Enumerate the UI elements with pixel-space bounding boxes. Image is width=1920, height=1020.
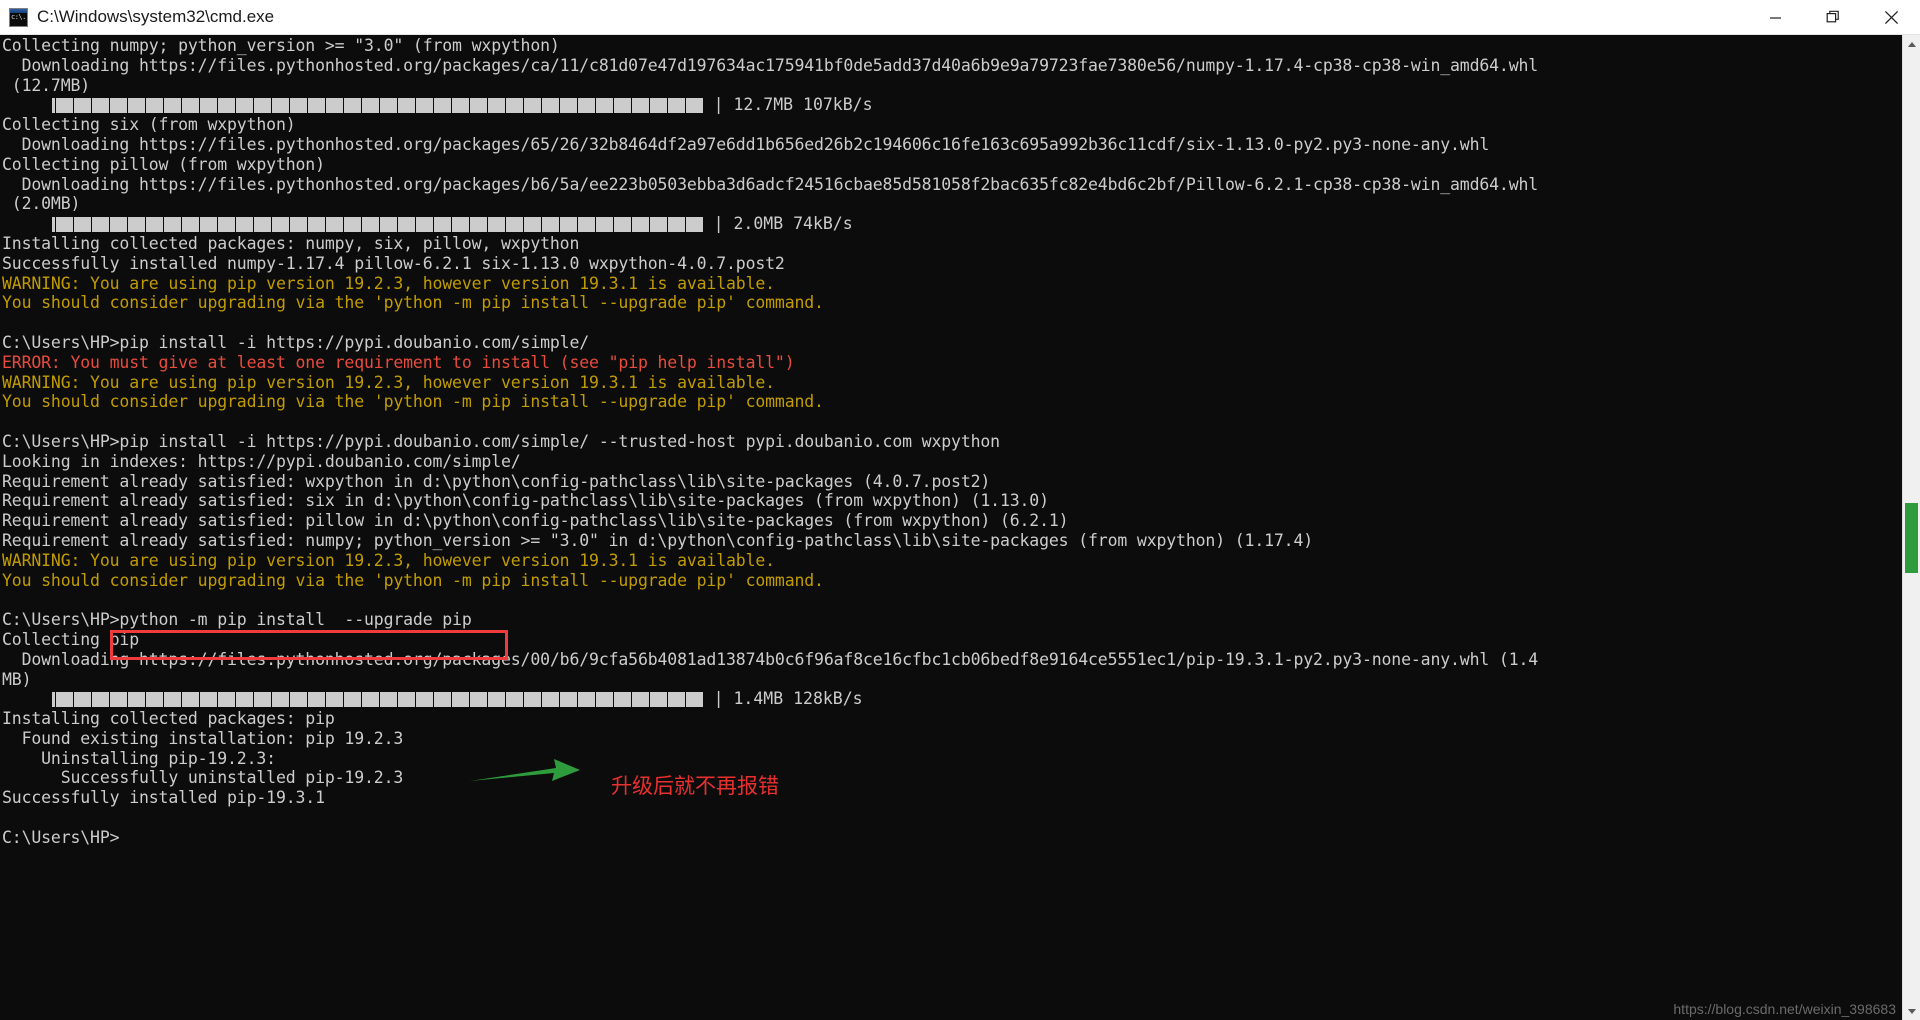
progress-track: [51, 691, 704, 707]
download-progress-bar: | 2.0MB 74kB/s: [2, 214, 1902, 234]
progress-track: [51, 97, 704, 113]
progress-blocks: [55, 216, 704, 232]
console-line: (12.7MB): [2, 75, 91, 95]
progress-cursor: [51, 97, 55, 113]
progress-blocks: [55, 97, 704, 113]
progress-cursor: [51, 691, 55, 707]
console-area: Collecting numpy; python_version >= "3.0…: [0, 35, 1920, 1020]
console-output[interactable]: Collecting numpy; python_version >= "3.0…: [0, 35, 1902, 1020]
console-line: Successfully installed pip-19.3.1: [2, 788, 325, 808]
console-line: Installing collected packages: pip: [2, 709, 335, 729]
console-warning-line: WARNING: You are using pip version 19.2.…: [2, 550, 775, 570]
console-error-line: ERROR: You must give at least one requir…: [2, 352, 795, 372]
console-warning-line: You should consider upgrading via the 'p…: [2, 293, 824, 313]
console-line: Requirement already satisfied: pillow in…: [2, 511, 1069, 531]
window-controls: [1746, 0, 1920, 34]
console-line: Collecting numpy; python_version >= "3.0…: [2, 36, 560, 55]
scroll-up-arrow-icon[interactable]: [1903, 35, 1920, 53]
console-line: Collecting pillow (from wxpython): [2, 154, 325, 174]
console-line: Looking in indexes: https://pypi.doubani…: [2, 451, 521, 471]
watermark-text: https://blog.csdn.net/weixin_398683: [1673, 1001, 1896, 1017]
scrollbar-thumb[interactable]: [1905, 503, 1918, 573]
console-prompt-line: C:\Users\HP>pip install -i https://pypi.…: [2, 431, 1000, 451]
console-line: Downloading https://files.pythonhosted.o…: [2, 174, 1539, 194]
console-line: Collecting pip: [2, 629, 139, 649]
chinese-annotation: 升级后就不再报错: [611, 774, 779, 798]
progress-blocks: [55, 691, 704, 707]
scroll-down-arrow-icon[interactable]: [1903, 1002, 1920, 1020]
console-line: Successfully installed numpy-1.17.4 pill…: [2, 253, 785, 273]
vertical-scrollbar[interactable]: [1902, 35, 1920, 1020]
console-line: Downloading https://files.pythonhosted.o…: [2, 55, 1539, 75]
progress-cursor: [51, 216, 55, 232]
progress-indent: [2, 95, 52, 115]
console-warning-line: WARNING: You are using pip version 19.2.…: [2, 372, 775, 392]
download-progress-bar: | 1.4MB 128kB/s: [2, 689, 1902, 709]
progress-rate-label: | 12.7MB 107kB/s: [703, 95, 873, 115]
close-button[interactable]: [1862, 0, 1920, 34]
console-prompt-line: C:\Users\HP>pip install -i https://pypi.…: [2, 332, 590, 352]
console-prompt-line: C:\Users\HP>python -m pip install --upgr…: [2, 610, 472, 630]
scrollbar-track[interactable]: [1903, 53, 1920, 1002]
title-bar[interactable]: C:\Windows\system32\cmd.exe: [0, 0, 1920, 35]
console-line: Collecting six (from wxpython): [2, 115, 296, 135]
console-line: Found existing installation: pip 19.2.3: [2, 728, 404, 748]
console-line: Successfully uninstalled pip-19.2.3: [2, 768, 404, 788]
download-progress-bar: | 12.7MB 107kB/s: [2, 95, 1902, 115]
progress-rate-label: | 2.0MB 74kB/s: [703, 214, 853, 234]
console-line: Requirement already satisfied: wxpython …: [2, 471, 991, 491]
minimize-button[interactable]: [1746, 0, 1804, 34]
console-line: Downloading https://files.pythonhosted.o…: [2, 134, 1490, 154]
console-line: MB): [2, 669, 32, 689]
progress-rate-label: | 1.4MB 128kB/s: [703, 689, 863, 709]
console-prompt-line: C:\Users\HP>: [2, 827, 120, 847]
console-line: Downloading https://files.pythonhosted.o…: [2, 649, 1539, 669]
progress-indent: [2, 214, 52, 234]
console-warning-line: You should consider upgrading via the 'p…: [2, 392, 824, 412]
console-line: Uninstalling pip-19.2.3:: [2, 748, 276, 768]
maximize-restore-button[interactable]: [1804, 0, 1862, 34]
console-warning-line: WARNING: You are using pip version 19.2.…: [2, 273, 775, 293]
cmd-console-icon: [9, 7, 28, 27]
console-warning-line: You should consider upgrading via the 'p…: [2, 570, 824, 590]
console-line: (2.0MB): [2, 194, 81, 214]
console-line: Requirement already satisfied: six in d:…: [2, 491, 1049, 511]
console-line: Installing collected packages: numpy, si…: [2, 233, 580, 253]
cmd-window: C:\Windows\system32\cmd.exe: [0, 0, 1920, 1020]
console-line: Requirement already satisfied: numpy; py…: [2, 530, 1314, 550]
window-title: C:\Windows\system32\cmd.exe: [37, 7, 275, 26]
progress-track: [51, 216, 704, 232]
progress-indent: [2, 689, 52, 709]
